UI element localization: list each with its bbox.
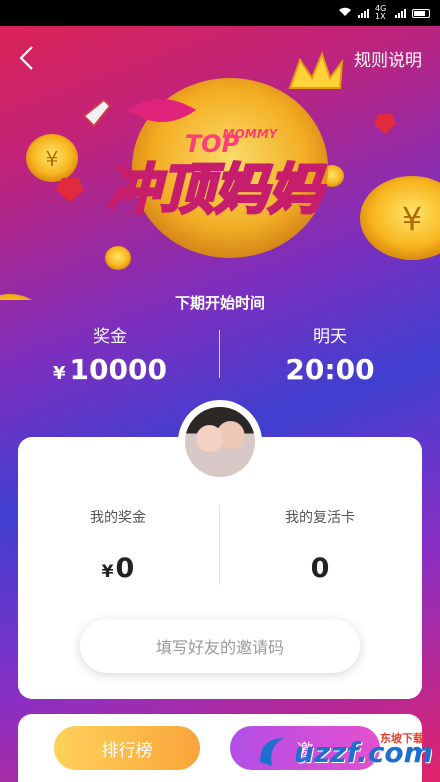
- coin-right-symbol: ¥: [402, 200, 422, 238]
- logo-title: 冲顶妈妈: [106, 158, 326, 221]
- prize-value: 10000: [69, 353, 167, 386]
- rocket-icon: [82, 98, 112, 128]
- coin-left-symbol: ¥: [46, 147, 59, 171]
- rules-link[interactable]: 规则说明: [354, 46, 422, 71]
- battery-icon: [412, 8, 430, 18]
- my-prize-value-wrap: ¥0: [18, 553, 218, 584]
- prize-currency: ¥: [53, 363, 66, 384]
- coin-small: [105, 246, 131, 270]
- watermark-small: 东坡下载: [380, 732, 424, 745]
- day-label: 明天: [313, 327, 347, 347]
- back-button[interactable]: [12, 44, 40, 72]
- leaderboard-button[interactable]: 排行榜: [54, 726, 200, 770]
- avatar-image: [185, 407, 255, 477]
- time-info: 明天 20:00: [230, 322, 430, 386]
- coin-right-large: ¥: [360, 176, 440, 260]
- wifi-icon: [338, 7, 352, 20]
- revive-value: 0: [310, 553, 330, 584]
- my-prize: 我的奖金 ¥0: [18, 507, 218, 584]
- my-prize-currency: ¥: [101, 562, 114, 582]
- status-bar: 4G 1X: [0, 0, 440, 26]
- avatar[interactable]: [178, 400, 262, 484]
- my-prize-label: 我的奖金: [90, 510, 146, 526]
- crown-icon: [288, 51, 344, 89]
- schedule-divider: [219, 330, 220, 378]
- next-game-label: 下期开始时间: [174, 294, 265, 312]
- chevron-left-icon: [19, 46, 33, 70]
- prize-info: 奖金 ¥10000: [10, 322, 210, 386]
- gem-icon-2: [56, 178, 84, 202]
- gem-icon: [374, 114, 396, 134]
- prize-label: 奖金: [93, 327, 127, 347]
- prize-value-wrap: ¥10000: [10, 353, 210, 386]
- watermark-logo-icon: [260, 738, 284, 766]
- watermark: uzzf.com 东坡下载: [254, 726, 436, 778]
- coin-left: ¥: [26, 134, 78, 182]
- time-value: 20:00: [285, 353, 375, 386]
- invite-code-button[interactable]: 填写好友的邀请码: [80, 619, 360, 673]
- revive-cards: 我的复活卡 0: [220, 507, 420, 584]
- network-type: 4G 1X: [375, 4, 387, 21]
- signal-icon: [358, 8, 369, 18]
- revive-label: 我的复活卡: [285, 510, 355, 526]
- my-prize-value: 0: [115, 553, 135, 584]
- logo-mommy-text: MOMMY: [223, 127, 279, 141]
- signal-icon-2: [395, 8, 406, 18]
